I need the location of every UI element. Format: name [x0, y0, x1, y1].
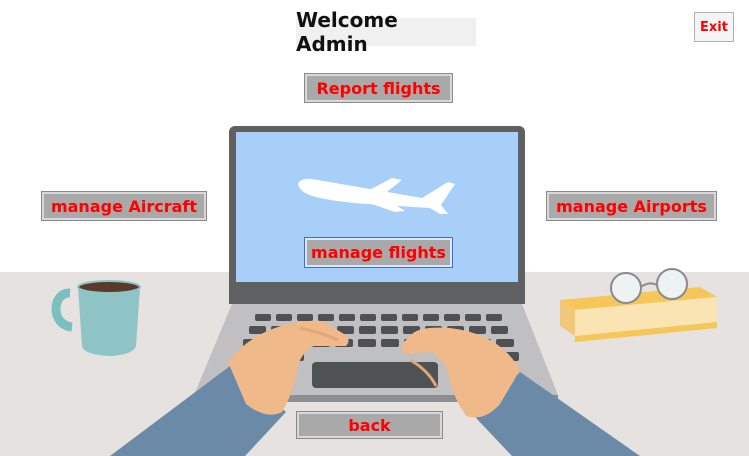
back-button[interactable]: back: [296, 411, 443, 439]
background-illustration: [0, 126, 749, 456]
manage-airports-button[interactable]: manage Airports: [546, 191, 717, 221]
report-flights-button[interactable]: Report flights: [304, 73, 453, 103]
page-title: Welcome Admin: [296, 8, 476, 56]
manage-aircraft-button[interactable]: manage Aircraft: [41, 191, 207, 221]
exit-button[interactable]: Exit: [694, 12, 734, 42]
manage-flights-button[interactable]: manage flights: [304, 237, 453, 268]
